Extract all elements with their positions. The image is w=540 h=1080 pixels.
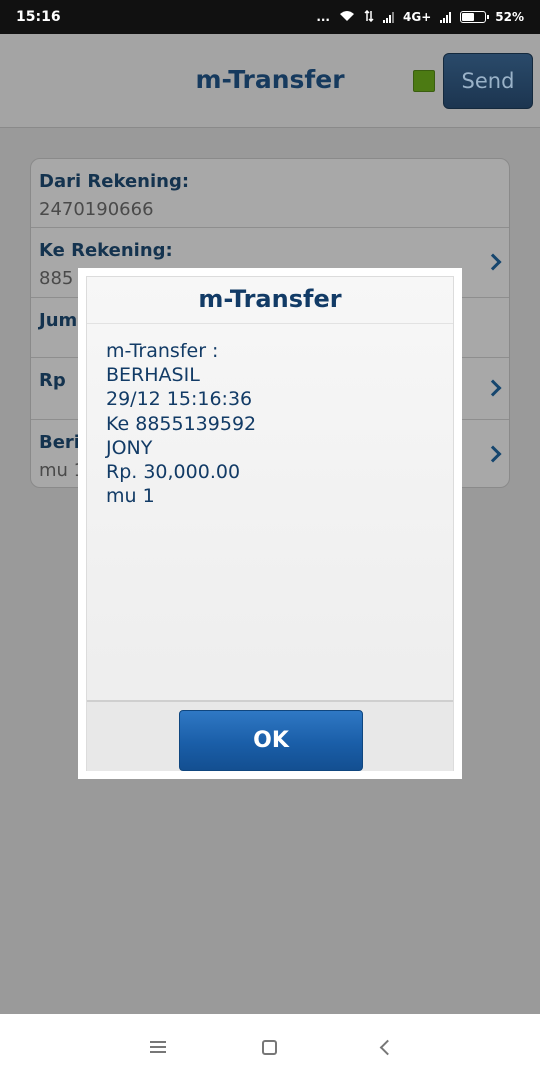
field-label: Jum (39, 310, 78, 331)
connection-indicator (413, 70, 435, 92)
signal-icon-sim1 (383, 11, 394, 23)
field-label: Dari Rekening: (39, 171, 190, 192)
message-line: Ke 8855139592 (106, 412, 257, 435)
field-value: 885 (39, 268, 74, 289)
field-label: Ke Rekening: (39, 240, 173, 261)
data-transfer-icon (364, 9, 374, 25)
message-line: BERHASIL (106, 364, 200, 387)
field-value: 2470190666 (39, 199, 154, 220)
dialog-message: m-Transfer : BERHASIL 29/12 15:16:36 Ke … (106, 339, 256, 508)
notification-dots: ... (316, 10, 330, 24)
status-bar: 15:16 ... 4G+ 52% (0, 0, 540, 34)
dialog-title: m-Transfer (198, 285, 342, 313)
status-indicators: ... 4G+ 52% (316, 9, 524, 25)
network-type: 4G+ (403, 10, 432, 24)
wifi-icon (339, 10, 355, 25)
message-line: JONY (106, 436, 153, 459)
signal-icon-sim2 (440, 11, 452, 23)
message-line: 29/12 15:16:36 (106, 388, 253, 411)
dialog-divider (87, 323, 453, 324)
battery-level: 52% (495, 10, 524, 24)
chevron-right-icon (484, 253, 502, 271)
field-label: Rp (39, 370, 66, 391)
navigation-bar (0, 1014, 540, 1080)
message-line: mu 1 (106, 485, 155, 508)
dialog-body: m-Transfer m-Transfer : BERHASIL 29/12 1… (86, 276, 454, 771)
message-line: Rp. 30,000.00 (106, 461, 241, 484)
battery-icon (460, 11, 490, 23)
chevron-right-icon (484, 445, 502, 463)
form-row-source-account[interactable]: Dari Rekening: 2470190666 (31, 159, 509, 228)
send-button[interactable]: Send (443, 53, 533, 109)
dialog-footer: OK (87, 700, 453, 771)
back-icon[interactable] (379, 1039, 396, 1056)
status-time: 15:16 (16, 9, 61, 25)
app-header: m-Transfer Send (0, 34, 540, 128)
message-line: m-Transfer : (106, 340, 219, 362)
chevron-right-icon (484, 379, 502, 397)
ok-button[interactable]: OK (179, 710, 363, 771)
menu-icon[interactable] (150, 1041, 166, 1053)
result-dialog: m-Transfer m-Transfer : BERHASIL 29/12 1… (78, 268, 462, 779)
home-icon[interactable] (262, 1040, 277, 1055)
